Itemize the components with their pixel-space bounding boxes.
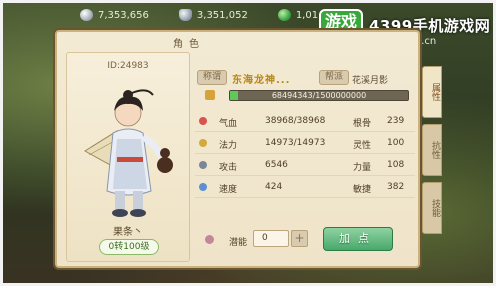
sect-name: 花溪月影 [352, 76, 389, 86]
stats-table: 气血 38968/38968 根骨 239 法力 14973/14973 灵性 … [195, 110, 415, 198]
character-id: ID:24983 [107, 61, 149, 71]
stat-label-2: 根骨 [353, 119, 372, 129]
silver-amount: 7,353,656 [98, 9, 149, 21]
jade-currency: 1,01 [277, 9, 319, 21]
tab-attributes[interactable]: 属性 [422, 66, 442, 118]
stat-label: 攻击 [219, 163, 238, 173]
potential-plus-button[interactable]: + [291, 230, 308, 247]
stat-label-2: 敏捷 [353, 185, 372, 195]
stat-value-2: 239 [387, 116, 405, 126]
experience-text: 68494343/1500000000 [271, 91, 367, 100]
silver-currency: 7,353,656 [80, 9, 149, 21]
stat-row-speed: 速度 424 敏捷 382 [195, 176, 415, 198]
character-portrait [84, 89, 173, 217]
hp-icon [199, 117, 207, 125]
stat-value-2: 100 [387, 138, 405, 148]
stat-value: 14973/14973 [265, 138, 326, 148]
attack-icon [199, 161, 207, 169]
ingot-currency: 3,351,052 [178, 9, 248, 21]
character-name: 果条丶 [113, 227, 143, 238]
experience-bar: 68494343/1500000000 [229, 90, 409, 101]
stat-label: 速度 [219, 185, 238, 195]
ingot-amount: 3,351,052 [196, 9, 248, 21]
stat-label: 气血 [219, 119, 238, 129]
speed-icon [199, 183, 207, 191]
mana-icon [199, 139, 207, 147]
stat-row-mp: 法力 14973/14973 灵性 100 [195, 132, 415, 154]
silver-ingot-icon [178, 9, 192, 21]
stat-value: 424 [265, 182, 283, 192]
stat-row-attack: 攻击 6546 力量 108 [195, 154, 415, 176]
tab-skills[interactable]: 技能 [422, 182, 442, 234]
jade-amount: 1,01 [295, 9, 319, 21]
jade-icon [277, 9, 291, 21]
silver-coin-icon [80, 9, 93, 21]
potential-label: 潜能 [229, 238, 248, 248]
tab-resistance[interactable]: 抗性 [422, 124, 442, 176]
potential-icon [205, 235, 214, 244]
character-panel: 角色 ID:24983 果条丶 0转100级 称谓 东海龙神... 帮派 花溪月… [55, 30, 420, 268]
potential-points-field[interactable]: 0 [253, 230, 289, 247]
watermark-badge-line1: 游戏 [324, 12, 357, 31]
add-points-button[interactable]: 加点 [323, 227, 393, 251]
stat-value: 6546 [265, 160, 288, 170]
stat-label: 法力 [219, 141, 238, 151]
stat-row-hp: 气血 38968/38968 根骨 239 [195, 110, 415, 132]
panel-title: 角色 [173, 39, 205, 50]
sect-button[interactable]: 帮派 [319, 70, 349, 85]
character-card: ID:24983 果条丶 0转100级 [66, 52, 190, 262]
stat-label-2: 力量 [353, 163, 372, 173]
stat-value: 38968/38968 [265, 116, 326, 126]
stat-label-2: 灵性 [353, 141, 372, 151]
experience-icon [205, 90, 215, 100]
stat-value-2: 108 [387, 160, 405, 170]
stat-value-2: 382 [387, 182, 405, 192]
character-level-badge: 0转100级 [99, 239, 159, 255]
character-title: 东海龙神... [232, 75, 291, 86]
title-button[interactable]: 称谓 [197, 70, 227, 85]
